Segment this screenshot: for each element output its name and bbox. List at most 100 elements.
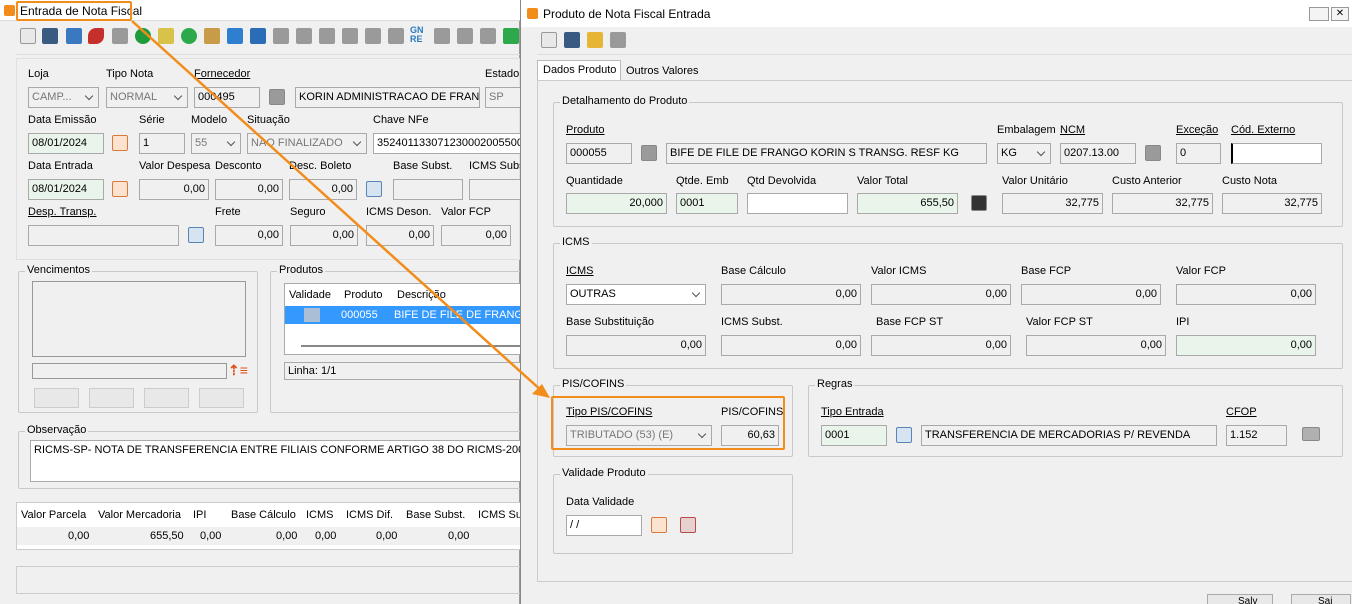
venc-btn-4[interactable] [199,388,244,408]
cfop-action-icon[interactable] [1302,427,1320,441]
chave-field[interactable]: 352401133071230002005500 [373,133,523,154]
tool-icon-5[interactable] [365,28,381,44]
calendar-entrada-icon[interactable] [112,181,128,197]
quantidade-field[interactable]: 20,000 [566,193,667,214]
desp-transp-field[interactable] [28,225,179,246]
clear-date-icon[interactable] [680,517,696,533]
valor-fcp-st-field[interactable]: 0,00 [1026,335,1166,356]
vencimentos-list[interactable] [32,281,246,357]
clipboard-icon[interactable] [204,28,220,44]
export-icon[interactable] [66,28,82,44]
estado-field[interactable]: SP [485,87,525,108]
tool-icon-6[interactable] [388,28,404,44]
desp-transp-search-icon[interactable] [188,227,204,243]
tab-outros-valores-label[interactable]: Outros Valores [626,65,699,77]
qtd-devolvida-field[interactable] [747,193,848,214]
icms-type-select[interactable]: OUTRAS [566,284,706,305]
valor-icms-field[interactable]: 0,00 [871,284,1011,305]
venc-btn-2[interactable] [89,388,134,408]
search-produto-icon[interactable] [641,145,657,161]
save-icon[interactable] [42,28,58,44]
desconto-field[interactable]: 0,00 [215,179,283,200]
qtde-emb-field[interactable]: 0001 [676,193,738,214]
wrench-icon[interactable] [88,28,104,44]
valor-fcp-field[interactable]: 0,00 [441,225,511,246]
base-subst-field[interactable] [393,179,463,200]
base-fcp-field[interactable]: 0,00 [1021,284,1161,305]
search-fornecedor-icon[interactable] [269,89,285,105]
excecao-label[interactable]: Exceção [1176,124,1218,136]
modelo-select[interactable]: 55 [191,133,241,154]
alert-icon[interactable] [587,32,603,48]
sort-icon[interactable]: ⇡≡ [228,362,248,379]
valor-unitario-field[interactable]: 32,775 [1002,193,1103,214]
gnre-icon[interactable]: GN RE [410,26,424,44]
cod-externo-label[interactable]: Cód. Externo [1231,124,1295,136]
desc-boleto-clock-icon[interactable] [366,181,382,197]
excecao-field[interactable]: 0 [1176,143,1221,164]
forward-icon[interactable] [135,28,151,44]
tool-gray-icon[interactable] [610,32,626,48]
search-tipo-entrada-icon[interactable] [896,427,912,443]
bank-icon[interactable] [457,28,473,44]
valor-fcp-r-field[interactable]: 0,00 [1176,284,1316,305]
tool-icon-1[interactable] [273,28,289,44]
download-icon[interactable] [480,28,496,44]
cfop-label[interactable]: CFOP [1226,406,1257,418]
icms-subs-field[interactable] [469,179,524,200]
situacao-select[interactable]: NAO FINALIZADO [247,133,367,154]
calendar-emissao-icon[interactable] [112,135,128,151]
search-ncm-icon[interactable] [1145,145,1161,161]
ncm-field[interactable]: 0207.13.00 [1060,143,1136,164]
shuffle-icon[interactable] [250,28,266,44]
col-validade[interactable]: Validade [289,289,331,301]
col-produto[interactable]: Produto [344,289,383,301]
new-icon[interactable] [20,28,36,44]
produto-label[interactable]: Produto [566,124,605,136]
undo-icon[interactable] [112,28,128,44]
valor-despesa-field[interactable]: 0,00 [139,179,209,200]
calendar-validade-icon[interactable] [651,517,667,533]
base-substituicao-field[interactable]: 0,00 [566,335,706,356]
tool-icon-2[interactable] [296,28,312,44]
frete-field[interactable]: 0,00 [215,225,283,246]
loja-select[interactable]: CAMP... [28,87,99,108]
fornecedor-label[interactable]: Fornecedor [194,68,250,80]
desc-boleto-field[interactable]: 0,00 [289,179,357,200]
embalagem-select[interactable]: KG [997,143,1051,164]
seguro-field[interactable]: 0,00 [290,225,358,246]
fornecedor-code[interactable]: 000495 [194,87,260,108]
valor-total-field[interactable]: 655,50 [857,193,958,214]
venc-btn-3[interactable] [144,388,189,408]
custo-anterior-field[interactable]: 32,775 [1112,193,1213,214]
tool-icon-4[interactable] [342,28,358,44]
produtos-scroll[interactable] [301,345,521,347]
data-entrada-field[interactable]: 08/01/2024 [28,179,104,200]
salvar-button[interactable]: Salv [1207,594,1273,604]
edit-icon[interactable] [158,28,174,44]
ipi-field[interactable]: 0,00 [1176,335,1316,356]
close-button[interactable]: ✕ [1331,7,1349,21]
add-icon[interactable] [541,32,557,48]
icms-subst-field[interactable]: 0,00 [721,335,861,356]
save-product-icon[interactable] [564,32,580,48]
base-fcp-st-field[interactable]: 0,00 [871,335,1011,356]
data-validade-field[interactable]: / / [566,515,642,536]
icms-deson-field[interactable]: 0,00 [366,225,434,246]
warning-icon[interactable] [434,28,450,44]
sair-button[interactable]: Sai [1291,594,1351,604]
icms-type-label[interactable]: ICMS [566,265,594,277]
restore-button[interactable] [1309,7,1329,21]
serie-field[interactable]: 1 [139,133,185,154]
venc-btn-1[interactable] [34,388,79,408]
cod-externo-field[interactable] [1231,143,1322,164]
produto-code[interactable]: 000055 [566,143,632,164]
ncm-label[interactable]: NCM [1060,124,1085,136]
refresh-icon[interactable] [181,28,197,44]
check-icon[interactable] [503,28,519,44]
cfop-field[interactable]: 1.152 [1226,425,1287,446]
desp-transp-label[interactable]: Desp. Transp. [28,206,96,218]
col-descricao[interactable]: Descrição [397,289,446,301]
custo-nota-field[interactable]: 32,775 [1222,193,1322,214]
expand-icon[interactable] [227,28,243,44]
